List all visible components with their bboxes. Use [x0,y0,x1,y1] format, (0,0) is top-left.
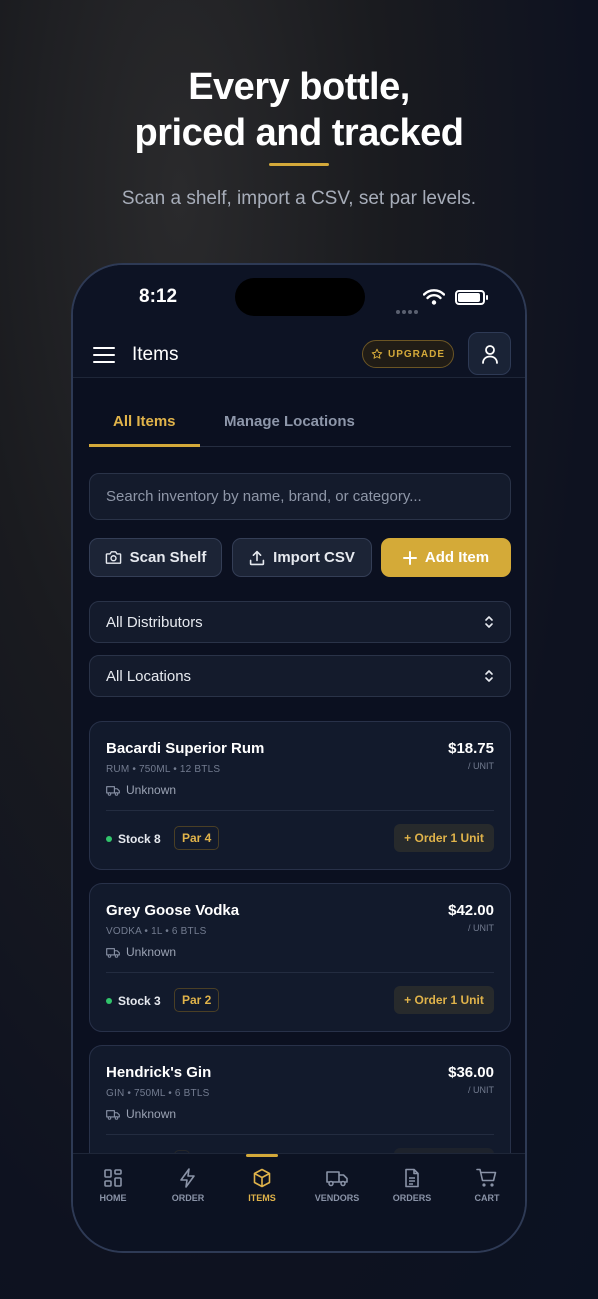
hero-title-line1: Every bottle, [188,66,410,108]
item-price: $36.00 [448,1064,494,1081]
distributor-select[interactable]: All Distributors [89,601,511,643]
card-divider [106,1134,494,1135]
user-icon [481,344,498,364]
item-card[interactable]: Hendrick's Gin GIN • 750ML • 6 BTLS Unkn… [89,1045,511,1153]
document-icon [405,1168,419,1188]
chevron-updown-icon [485,670,493,682]
bottom-tab-bar: HOME ORDER ITEMS VENDORS ORDERS CART [73,1153,525,1251]
upgrade-label: UPGRADE [387,348,445,360]
par-badge: Par 2 [174,988,220,1012]
item-vendor-label: Unknown [126,1107,177,1121]
order-unit-button[interactable]: + Order 1 Unit [394,986,494,1014]
item-price: $42.00 [448,902,494,919]
stock-label: Stock 8 [118,832,161,846]
par-badge: Par 4 [174,826,220,850]
card-divider [106,810,494,811]
tabbar-active-indicator [246,1154,278,1157]
signal-icon [396,301,420,319]
item-vendor: Unknown [106,1107,176,1121]
menu-icon[interactable] [93,347,115,363]
cart-icon [476,1168,497,1187]
item-unit: / UNIT [468,761,494,771]
lightning-icon [180,1168,195,1188]
distributor-select-value: All Distributors [106,613,203,631]
item-meta: RUM • 750ML • 12 BTLS [106,764,221,775]
status-bar: 8:12 [73,265,525,320]
tabbar-vendors-label: VENDORS [314,1193,360,1203]
import-csv-button[interactable]: Import CSV [232,538,372,577]
profile-button[interactable] [468,332,511,375]
hero-title: Every bottle, priced and tracked [0,64,598,156]
battery-icon [455,290,488,305]
tabbar-vendors[interactable]: VENDORS [307,1164,367,1203]
phone-frame: 8:12 Items UPGRADE All Items Manage Loca… [71,263,527,1253]
item-vendor: Unknown [106,945,176,959]
item-vendor-label: Unknown [126,783,177,797]
item-name: Bacardi Superior Rum [106,740,265,757]
upload-icon [249,550,265,565]
item-price: $18.75 [448,740,494,757]
main-content: All Items Manage Locations Search invent… [73,378,525,1153]
dynamic-island [235,278,365,316]
item-name: Hendrick's Gin [106,1064,212,1081]
tabbar-orders-label: ORDERS [392,1193,432,1203]
item-vendor-label: Unknown [126,945,177,959]
hero-title-line2: priced and tracked [134,112,464,154]
tabbar-order-label: ORDER [171,1193,205,1203]
tabbar-cart-label: CART [474,1193,500,1203]
truck-icon [106,1109,120,1120]
scan-shelf-button[interactable]: Scan Shelf [89,538,222,577]
search-input[interactable]: Search inventory by name, brand, or cate… [89,473,511,520]
truck-icon [326,1171,348,1187]
page-title: Items [132,344,179,365]
stock-indicator: Stock 3 [106,994,161,1008]
tabbar-items[interactable]: ITEMS [232,1154,292,1203]
hero-subtitle: Scan a shelf, import a CSV, set par leve… [121,188,477,209]
order-unit-button[interactable]: + Order 1 Unit [394,824,494,852]
status-time: 8:12 [139,286,178,307]
star-icon [371,348,383,359]
camera-icon [105,551,121,564]
upgrade-button[interactable]: UPGRADE [362,340,454,368]
card-divider [106,972,494,973]
active-tab-indicator [89,444,200,447]
tabbar-cart[interactable]: CART [457,1164,517,1203]
tabbar-home[interactable]: HOME [83,1164,143,1203]
search-placeholder: Search inventory by name, brand, or cate… [106,488,422,505]
tabbar-items-label: ITEMS [248,1193,276,1203]
item-vendor: Unknown [106,783,176,797]
item-name: Grey Goose Vodka [106,902,240,919]
stock-status-dot [106,836,112,842]
item-unit: / UNIT [468,1085,494,1095]
tab-all-items[interactable]: All Items [113,413,176,430]
grid-icon [104,1169,122,1187]
tab-manage-locations[interactable]: Manage Locations [224,413,355,430]
item-card[interactable]: Bacardi Superior Rum RUM • 750ML • 12 BT… [89,721,511,870]
stock-indicator: Stock 8 [106,832,161,846]
stock-label: Stock 3 [118,994,161,1008]
box-icon [253,1168,271,1188]
plus-icon [402,550,417,565]
item-card[interactable]: Grey Goose Vodka VODKA • 1L • 6 BTLS Unk… [89,883,511,1032]
item-unit: / UNIT [468,923,494,933]
truck-icon [106,947,120,958]
item-meta: GIN • 750ML • 6 BTLS [106,1088,210,1099]
add-item-label: Add Item [424,549,490,566]
truck-icon [106,785,120,796]
item-meta: VODKA • 1L • 6 BTLS [106,926,207,937]
stock-status-dot [106,998,112,1004]
location-select-value: All Locations [106,667,192,685]
hero-divider [269,163,329,166]
chevron-updown-icon [485,616,493,628]
tabbar-order[interactable]: ORDER [158,1164,218,1203]
location-select[interactable]: All Locations [89,655,511,697]
tab-bar: All Items Manage Locations [89,378,511,447]
wifi-icon [423,289,445,305]
tabbar-home-label: HOME [99,1193,127,1203]
tabbar-orders[interactable]: ORDERS [382,1164,442,1203]
import-csv-label: Import CSV [273,549,355,566]
scan-shelf-label: Scan Shelf [129,549,207,566]
app-header: Items UPGRADE [73,320,525,378]
add-item-button[interactable]: Add Item [381,538,511,577]
